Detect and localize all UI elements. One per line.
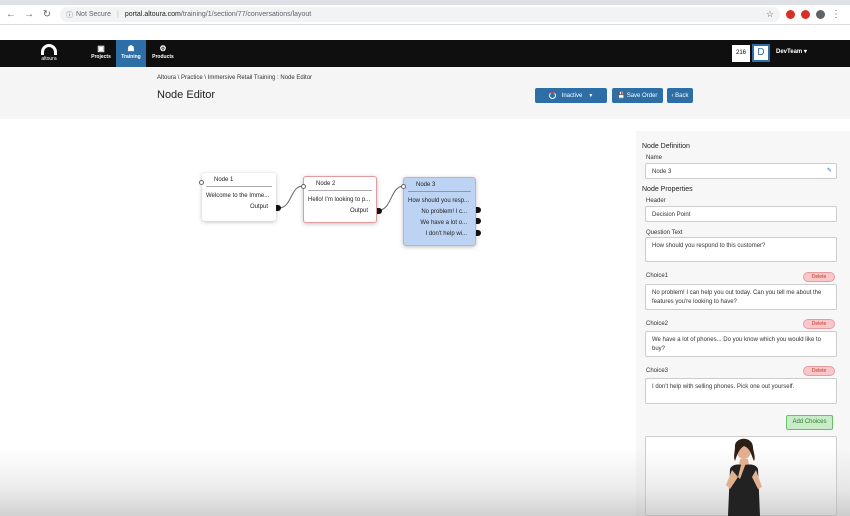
input-port[interactable] xyxy=(401,184,406,189)
connector-line xyxy=(378,185,405,211)
node-choice-label: No problem! I c... xyxy=(421,209,467,215)
node-card[interactable]: Node 2 Hello! I'm looking to p... Output xyxy=(301,176,382,223)
choice-textarea[interactable]: We have a lot of phones... Do you know w… xyxy=(645,331,837,357)
header-label: Header xyxy=(646,198,666,204)
delete-choice-button[interactable]: Delete xyxy=(803,366,835,376)
input-port[interactable] xyxy=(199,180,204,185)
node-output-label: Output xyxy=(249,204,268,210)
node-title: Node 1 xyxy=(206,173,272,187)
node-card[interactable]: Node 1 Welcome to the Imme... Output xyxy=(199,173,281,221)
delete-choice-button[interactable]: Delete xyxy=(803,272,835,282)
choice-label: Choice3 xyxy=(646,368,669,374)
node-definition-heading: Node Definition xyxy=(642,143,690,150)
node-text: How should you resp... xyxy=(408,198,470,204)
choice-textarea[interactable]: I don't help with selling phones. Pick o… xyxy=(645,378,837,404)
node-title: Node 2 xyxy=(308,177,372,191)
node-text: Hello! I'm looking to p... xyxy=(308,197,371,203)
node-output-label: Output xyxy=(349,208,368,214)
node-choice-label: We have a lot o... xyxy=(420,220,467,226)
node-text: Welcome to the Imme... xyxy=(206,193,270,199)
question-label: Question Text xyxy=(646,230,683,236)
node-card-selected[interactable]: Node 3 How should you resp... No problem… xyxy=(401,177,481,246)
choice-textarea[interactable]: No problem! I can help you out today. Ca… xyxy=(645,284,837,310)
name-input[interactable]: Node 3 ✎ xyxy=(645,163,837,179)
add-choices-button[interactable]: Add Choices xyxy=(786,415,833,430)
choice-label: Choice2 xyxy=(646,321,669,327)
connector-line xyxy=(278,185,304,209)
name-value: Node 3 xyxy=(652,169,672,175)
choice-label: Choice1 xyxy=(646,273,669,279)
question-textarea[interactable]: How should you respond to this customer? xyxy=(645,237,837,262)
name-label: Name xyxy=(646,155,663,161)
edit-icon[interactable]: ✎ xyxy=(827,167,832,176)
node-choice-label: I don't help wi... xyxy=(425,231,467,237)
node-properties-heading: Node Properties xyxy=(642,186,693,193)
header-input[interactable]: Decision Point xyxy=(645,206,837,222)
delete-choice-button[interactable]: Delete xyxy=(803,319,835,329)
presenter-figure xyxy=(726,438,762,516)
input-port[interactable] xyxy=(301,184,306,189)
node-title: Node 3 xyxy=(408,178,471,192)
